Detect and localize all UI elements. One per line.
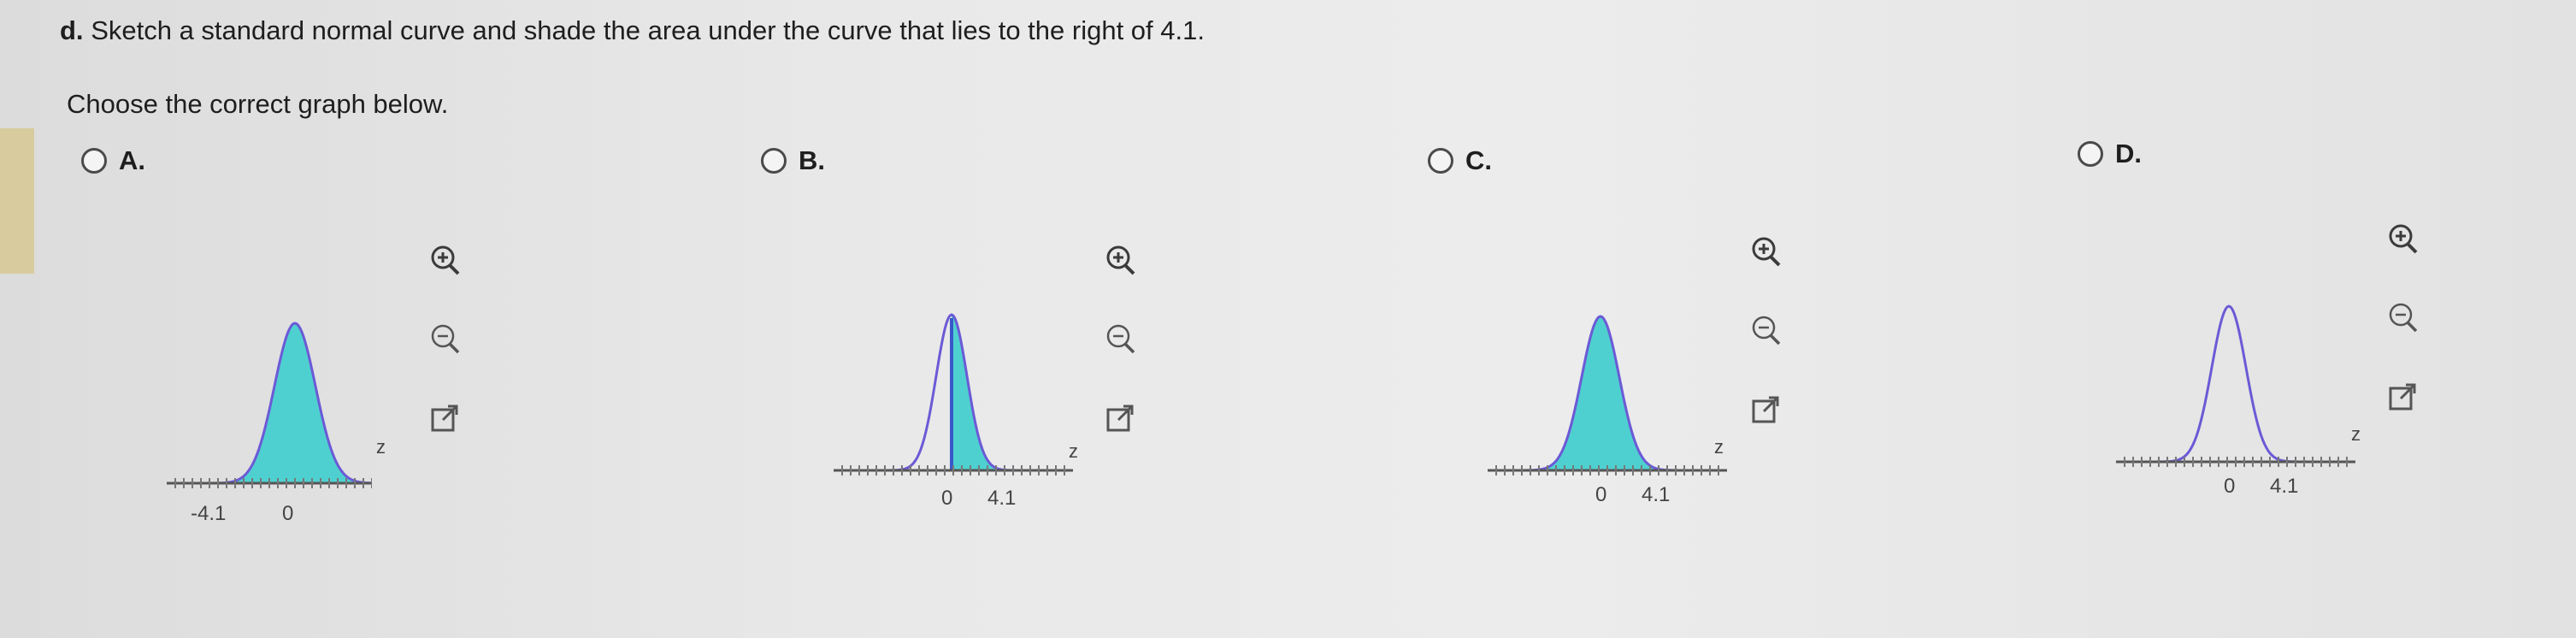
popout-icon [1752, 396, 1779, 423]
option-d-radio[interactable] [2078, 141, 2103, 167]
option-d-tools [2381, 218, 2424, 418]
popout-icon [2389, 383, 2416, 411]
zoom-out-icon [1752, 316, 1781, 346]
option-b-tools [1099, 239, 1141, 440]
popout-icon [1106, 405, 1134, 432]
option-d-curve [2133, 304, 2338, 464]
option-d-tick-label-0: 0 [2224, 475, 2235, 498]
zoom-out-icon [1106, 324, 1135, 354]
option-a-tick-label-neg41: -4.1 [191, 502, 226, 525]
option-b-tick-label-0: 0 [941, 487, 952, 510]
option-c: C. 0 4.1 z [1428, 145, 2112, 624]
option-a-shaded-area [184, 323, 372, 483]
option-a-popout[interactable] [423, 397, 466, 440]
option-c-tick-label-0: 0 [1595, 483, 1606, 506]
question-part: d. [60, 15, 84, 45]
option-d-zoom-out[interactable] [2381, 297, 2424, 340]
option-d-tick-label-41: 4.1 [2270, 475, 2298, 498]
option-d-popout[interactable] [2381, 375, 2424, 418]
option-c-shaded-area [1505, 316, 1710, 470]
option-c-tick-marks [1495, 465, 1719, 476]
left-accent-bar [0, 128, 34, 274]
option-d-axis-label: z [2351, 423, 2361, 445]
option-c-popout[interactable] [1744, 388, 1787, 431]
instruction-text: Choose the correct graph below. [67, 89, 449, 119]
option-a-tick-label-0: 0 [282, 502, 293, 525]
option-a-radio[interactable] [81, 148, 107, 174]
option-b-graph: 0 4.1 [834, 313, 1073, 510]
question-text: d. Sketch a standard normal curve and sh… [60, 15, 1205, 46]
zoom-in-icon [431, 245, 460, 275]
option-d-graph: 0 4.1 [2116, 304, 2355, 498]
option-b-tick-label-41: 4.1 [987, 487, 1016, 510]
option-a-zoom-out[interactable] [423, 318, 466, 361]
option-a-choice[interactable]: A. [81, 145, 145, 176]
option-d-zoom-in[interactable] [2381, 218, 2424, 261]
option-b-tick-marks [841, 465, 1065, 476]
option-d-choice[interactable]: D. [2078, 139, 2142, 169]
zoom-out-icon [2389, 303, 2418, 333]
option-d: D. 0 4.1 z [2078, 139, 2556, 624]
option-a-zoom-in[interactable] [423, 239, 466, 282]
option-d-tick-marks [2124, 457, 2348, 467]
option-b-zoom-in[interactable] [1099, 239, 1141, 282]
option-b-axis-label: z [1069, 440, 1078, 462]
option-c-zoom-in[interactable] [1744, 231, 1787, 274]
option-c-tick-label-41: 4.1 [1642, 483, 1670, 506]
zoom-in-icon [1106, 245, 1135, 275]
option-c-axis-label: z [1714, 436, 1724, 458]
option-a-label: A. [119, 145, 145, 175]
zoom-in-icon [2389, 224, 2418, 254]
option-c-zoom-out[interactable] [1744, 310, 1787, 352]
option-b-radio[interactable] [761, 148, 787, 174]
option-a-graph: -4.1 0 [167, 322, 372, 525]
option-b-label: B. [799, 145, 825, 175]
option-b-popout[interactable] [1099, 397, 1141, 440]
zoom-in-icon [1752, 237, 1781, 267]
option-a: A. -4.1 0 z [81, 145, 765, 624]
popout-icon [431, 405, 458, 432]
option-b-choice[interactable]: B. [761, 145, 825, 176]
option-a-tools [423, 239, 466, 440]
option-a-axis-label: z [376, 436, 386, 458]
option-c-radio[interactable] [1428, 148, 1453, 174]
option-b: B. 0 4.1 z [761, 145, 1445, 624]
option-c-tools [1744, 231, 1787, 431]
question-body: Sketch a standard normal curve and shade… [91, 15, 1205, 45]
option-d-label: D. [2115, 139, 2142, 168]
option-b-shaded-area [952, 315, 1056, 470]
option-c-choice[interactable]: C. [1428, 145, 1492, 176]
option-c-graph: 0 4.1 [1488, 315, 1727, 506]
option-b-zoom-out[interactable] [1099, 318, 1141, 361]
zoom-out-icon [431, 324, 460, 354]
option-c-label: C. [1465, 145, 1492, 175]
